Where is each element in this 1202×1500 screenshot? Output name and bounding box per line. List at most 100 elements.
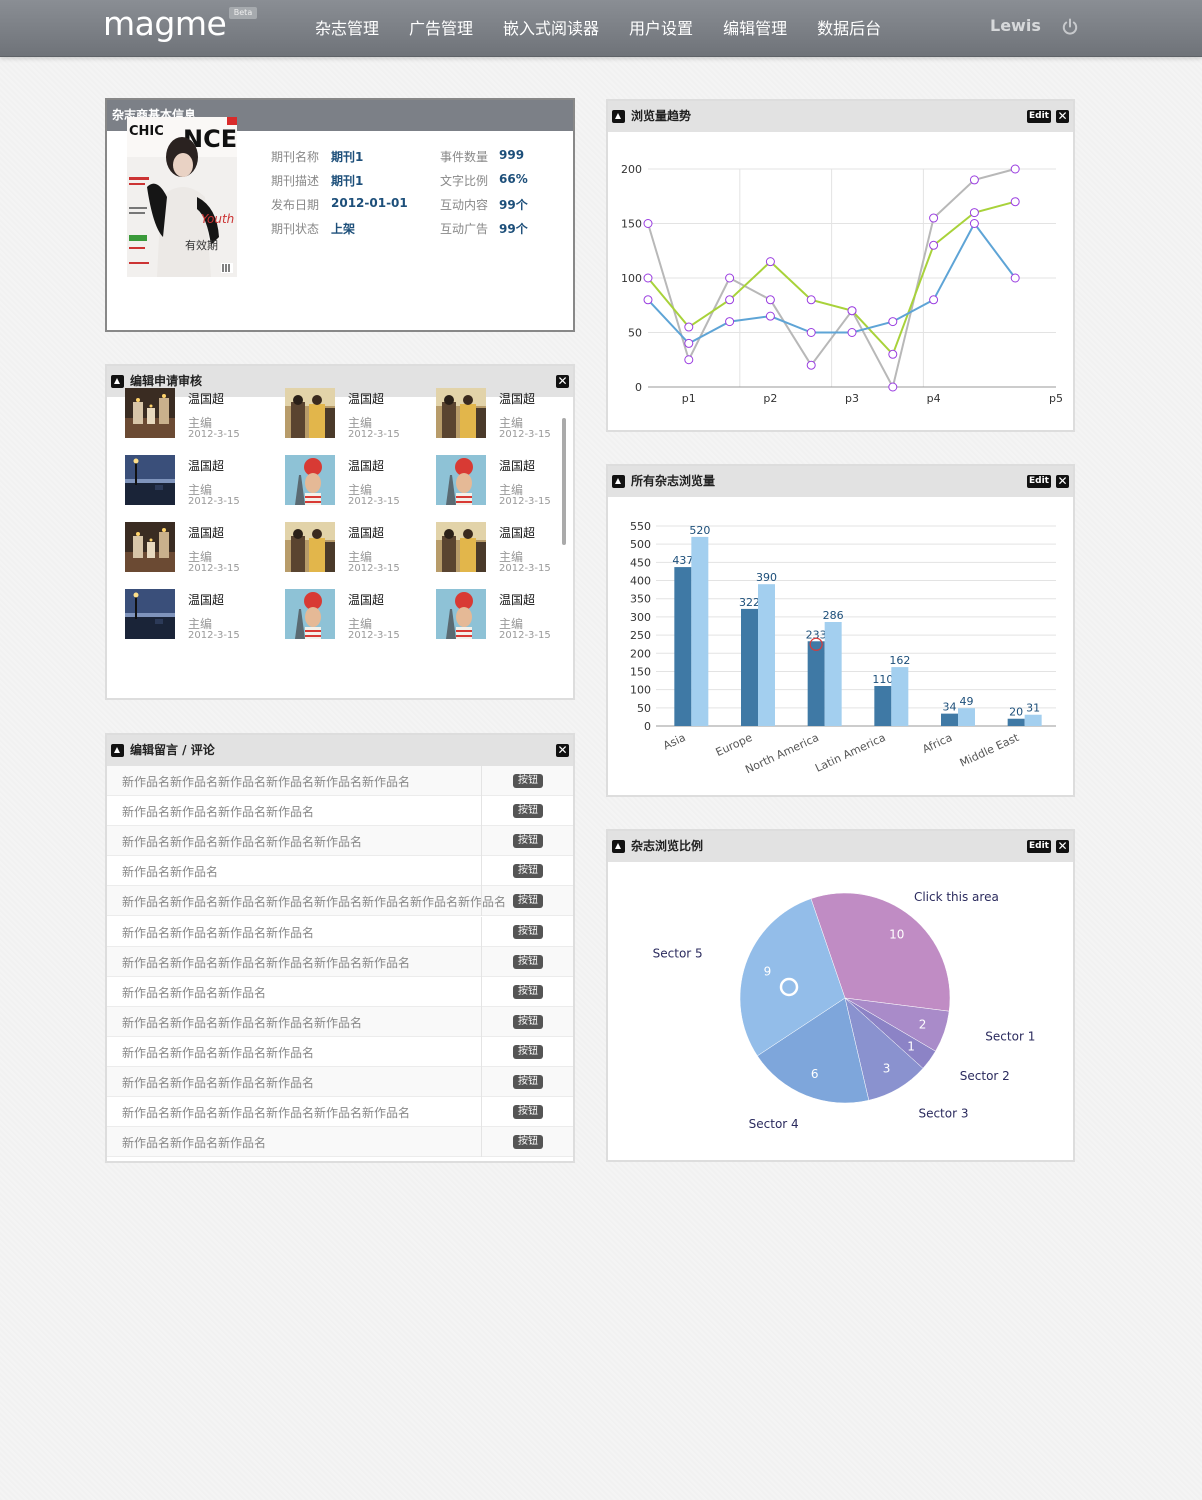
comment-text[interactable]: 新作品名新作品名新作品名 <box>122 1134 266 1151</box>
comment-text[interactable]: 新作品名新作品名新作品名新作品名 <box>122 1074 314 1091</box>
review-item[interactable]: 温国超 主编 2012-3-15 <box>125 455 285 513</box>
magme-logo[interactable]: magme <box>103 2 227 46</box>
comment-text[interactable]: 新作品名新作品名新作品名 <box>122 984 266 1001</box>
collapse-icon[interactable] <box>612 110 625 123</box>
comment-text[interactable]: 新作品名新作品名新作品名新作品名 <box>122 1044 314 1061</box>
collapse-icon[interactable] <box>111 375 124 388</box>
review-item[interactable]: 温国超 主编 2012-3-15 <box>285 589 445 647</box>
nav-ad-management[interactable]: 广告管理 <box>394 0 488 57</box>
comment-text[interactable]: 新作品名新作品名新作品名新作品名新作品名 <box>122 1014 362 1031</box>
applicant-date: 2012-3-15 <box>499 429 551 440</box>
publisher-info-panel: 杂志商基本信息 CHIC NCE Youth 有效期 期刊名称 期刊1 期刊描述… <box>105 98 575 332</box>
comment-text[interactable]: 新作品名新作品名新作品名新作品名新作品名 <box>122 833 362 850</box>
review-item[interactable]: 温国超 主编 2012-3-15 <box>436 522 596 580</box>
comment-text[interactable]: 新作品名新作品名新作品名新作品名新作品名新作品名 <box>122 773 410 790</box>
comment-row: 新作品名新作品名新作品名 按钮 <box>107 976 573 1007</box>
nav-embedded-reader[interactable]: 嵌入式阅读器 <box>488 0 614 57</box>
comment-action-button[interactable]: 按钮 <box>513 1105 543 1120</box>
data-point <box>725 273 735 283</box>
applicant-avatar[interactable] <box>125 455 175 505</box>
data-point <box>847 306 857 316</box>
comment-action-button[interactable]: 按钮 <box>513 864 543 879</box>
bar-value-label: 520 <box>689 524 710 537</box>
edit-button[interactable]: Edit <box>1027 840 1051 853</box>
pie-value-label: 3 <box>883 1062 891 1076</box>
applicant-avatar[interactable] <box>436 589 486 639</box>
y-tick-label: 550 <box>630 520 651 533</box>
collapse-icon[interactable] <box>612 840 625 853</box>
comment-action-button[interactable]: 按钮 <box>513 1014 543 1029</box>
applicant-avatar[interactable] <box>436 522 486 572</box>
comment-text[interactable]: 新作品名新作品名新作品名新作品名 <box>122 803 314 820</box>
collapse-icon[interactable] <box>612 475 625 488</box>
review-item[interactable]: 温国超 主编 2012-3-15 <box>285 388 445 446</box>
review-item[interactable]: 温国超 主编 2012-3-15 <box>285 522 445 580</box>
comment-action-button[interactable]: 按钮 <box>513 1044 543 1059</box>
bar-middle-east-s1 <box>1007 718 1025 726</box>
nav-user-settings[interactable]: 用户设置 <box>614 0 708 57</box>
comment-text[interactable]: 新作品名新作品名新作品名新作品名新作品名新作品名 <box>122 1104 410 1121</box>
applicant-avatar[interactable] <box>436 455 486 505</box>
close-icon[interactable]: ✕ <box>556 744 569 757</box>
comment-action-button[interactable]: 按钮 <box>513 984 543 999</box>
y-tick-label: 50 <box>628 327 642 340</box>
column-divider <box>481 916 482 947</box>
y-tick-label: 200 <box>621 163 642 176</box>
comment-action-button[interactable]: 按钮 <box>513 804 543 819</box>
magazine-cover-image[interactable]: CHIC NCE Youth 有效期 <box>127 117 237 277</box>
comment-text[interactable]: 新作品名新作品名 <box>122 863 218 880</box>
close-icon[interactable]: ✕ <box>1056 840 1069 853</box>
review-item[interactable]: 温国超 主编 2012-3-15 <box>436 589 596 647</box>
review-item[interactable]: 温国超 主编 2012-3-15 <box>285 455 445 513</box>
scrollbar[interactable] <box>562 418 566 545</box>
line-chart: 0 50 100 150 200 p1 p2 p3 p4 p5 <box>621 163 1063 405</box>
applicant-avatar[interactable] <box>285 388 335 438</box>
nav-magazine-management[interactable]: 杂志管理 <box>300 0 394 57</box>
comment-row: 新作品名新作品名新作品名新作品名新作品名 按钮 <box>107 1006 573 1037</box>
panel-title: 杂志浏览比例 <box>631 839 704 853</box>
close-icon[interactable]: ✕ <box>1056 110 1069 123</box>
applicant-avatar[interactable] <box>285 522 335 572</box>
comment-action-button[interactable]: 按钮 <box>513 1135 543 1150</box>
bar-africa-s2 <box>958 708 975 726</box>
power-icon[interactable] <box>1061 18 1079 36</box>
data-point <box>888 349 898 359</box>
review-item[interactable]: 温国超 主编 2012-3-15 <box>125 388 285 446</box>
comment-action-button[interactable]: 按钮 <box>513 924 543 939</box>
review-item[interactable]: 温国超 主编 2012-3-15 <box>436 455 596 513</box>
comment-text[interactable]: 新作品名新作品名新作品名新作品名新作品名新作品名 <box>122 954 410 971</box>
comment-action-button[interactable]: 按钮 <box>513 894 543 909</box>
comment-text[interactable]: 新作品名新作品名新作品名新作品名 <box>122 924 314 941</box>
column-divider <box>481 1127 482 1158</box>
y-tick-label: 350 <box>630 593 651 606</box>
bar-value-label: 31 <box>1026 702 1040 715</box>
bar-value-label: 437 <box>672 554 693 567</box>
review-item[interactable]: 温国超 主编 2012-3-15 <box>125 589 285 647</box>
edit-button[interactable]: Edit <box>1027 110 1051 123</box>
comment-action-button[interactable]: 按钮 <box>513 834 543 849</box>
applicant-avatar[interactable] <box>285 455 335 505</box>
collapse-icon[interactable] <box>111 744 124 757</box>
comment-action-button[interactable]: 按钮 <box>513 774 543 788</box>
x-tick-label: North America <box>743 731 821 776</box>
comment-row: 新作品名新作品名新作品名 按钮 <box>107 1127 573 1158</box>
svg-text:有效期: 有效期 <box>185 238 218 252</box>
comment-text[interactable]: 新作品名新作品名新作品名新作品名新作品名新作品名新作品名新作品名 <box>122 893 506 910</box>
applicant-avatar[interactable] <box>125 388 175 438</box>
nav-editor-management[interactable]: 编辑管理 <box>708 0 802 57</box>
edit-button[interactable]: Edit <box>1027 475 1051 488</box>
applicant-avatar[interactable] <box>125 522 175 572</box>
review-item[interactable]: 温国超 主编 2012-3-15 <box>436 388 596 446</box>
user-name[interactable]: Lewis <box>990 16 1041 35</box>
close-icon[interactable]: ✕ <box>556 375 569 388</box>
data-point <box>725 317 735 327</box>
applicant-avatar[interactable] <box>125 589 175 639</box>
comment-action-button[interactable]: 按钮 <box>513 1075 543 1089</box>
close-icon[interactable]: ✕ <box>1056 475 1069 488</box>
comment-action-button[interactable]: 按钮 <box>513 954 543 969</box>
applicant-avatar[interactable] <box>285 589 335 639</box>
applicant-avatar[interactable] <box>436 388 486 438</box>
review-item[interactable]: 温国超 主编 2012-3-15 <box>125 522 285 580</box>
pie-slice-label: Sector 2 <box>960 1069 1010 1083</box>
nav-data-backend[interactable]: 数据后台 <box>802 0 896 57</box>
